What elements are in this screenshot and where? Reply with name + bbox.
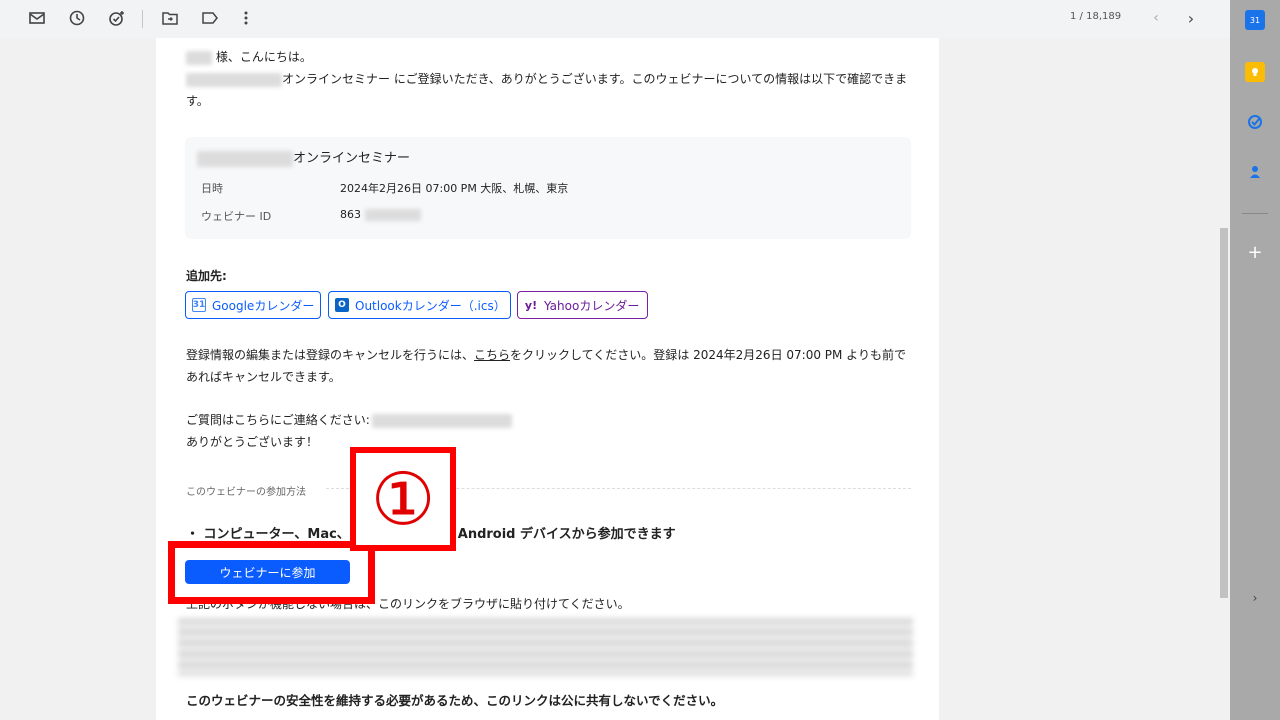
thanks-text: ありがとうございます！ bbox=[186, 435, 319, 449]
redacted-org bbox=[197, 150, 293, 167]
greeting-text: 様、こんにちは。 bbox=[215, 50, 312, 64]
snooze-icon[interactable] bbox=[65, 6, 89, 30]
google-calendar-label: Googleカレンダー bbox=[212, 298, 315, 313]
redacted-id bbox=[364, 209, 421, 221]
webinar-id-label: ウェビナー ID bbox=[201, 210, 272, 223]
keep-app-icon[interactable] bbox=[1245, 62, 1265, 82]
panel-toggle-icon[interactable]: › bbox=[1245, 588, 1265, 608]
outlook-icon: O bbox=[335, 298, 349, 312]
contacts-app-icon[interactable] bbox=[1245, 162, 1265, 182]
calendar-app-icon[interactable]: 31 bbox=[1245, 10, 1265, 30]
cancel-instructions: 登録情報の編集または登録のキャンセルを行うには、こちらをクリックしてください。登… bbox=[186, 344, 916, 388]
greeting: 様、こんにちは。 bbox=[186, 46, 312, 68]
contact-block: ご質問はこちらにご連絡ください: ありがとうございます！ bbox=[186, 409, 512, 453]
side-panel: 31 + › bbox=[1230, 0, 1280, 720]
redacted-email bbox=[371, 413, 512, 428]
step-number-badge: ① bbox=[350, 447, 456, 551]
join-section-label: このウェビナーの参加方法 bbox=[186, 487, 306, 498]
highlight-box bbox=[168, 541, 375, 604]
side-panel-divider bbox=[1242, 213, 1268, 214]
add-to-calendar-label: 追加先: bbox=[186, 269, 227, 283]
pager-count: 1 / 18,189 bbox=[1070, 11, 1122, 22]
redacted-name bbox=[186, 50, 212, 65]
yahoo-calendar-label: Yahooカレンダー bbox=[544, 298, 640, 313]
webinar-title-text: オンラインセミナー bbox=[293, 151, 411, 166]
webinar-id-value: 863 bbox=[340, 208, 421, 221]
webinar-title: オンラインセミナー bbox=[197, 147, 410, 167]
label-icon[interactable] bbox=[198, 6, 222, 30]
security-warning: このウェビナーの安全性を維持する必要があるため、このリンクは公に共有しないでくだ… bbox=[186, 693, 724, 708]
google-calendar-button[interactable]: 31 Googleカレンダー bbox=[185, 291, 321, 319]
outlook-calendar-button[interactable]: O Outlookカレンダー（.ics） bbox=[328, 291, 511, 319]
chevron-right-icon[interactable]: › bbox=[1179, 6, 1203, 30]
webinar-info-box: オンラインセミナー 日時 2024年2月26日 07:00 PM 大阪、札幌、東… bbox=[185, 137, 911, 239]
move-to-icon[interactable] bbox=[158, 6, 182, 30]
yahoo-icon: y! bbox=[524, 298, 538, 312]
scrollbar[interactable] bbox=[1218, 38, 1230, 720]
more-vert-icon[interactable] bbox=[234, 6, 258, 30]
date-value: 2024年2月26日 07:00 PM 大阪、札幌、東京 bbox=[340, 182, 569, 195]
toolbar-divider bbox=[142, 10, 143, 28]
date-label: 日時 bbox=[201, 182, 223, 195]
mail-mark-unread-icon[interactable] bbox=[25, 6, 49, 30]
cancel-link[interactable]: こちら bbox=[474, 348, 510, 362]
google-calendar-icon: 31 bbox=[192, 298, 206, 312]
tasks-app-icon[interactable] bbox=[1245, 112, 1265, 132]
intro-paragraph: オンラインセミナー にご登録いただき、ありがとうございます。このウェビナーについ… bbox=[186, 68, 914, 112]
chevron-left-icon[interactable]: ‹ bbox=[1144, 6, 1168, 30]
add-task-icon[interactable] bbox=[105, 6, 129, 30]
email-toolbar: 1 / 18,189 ‹ › bbox=[0, 0, 1230, 38]
email-body: 様、こんにちは。 オンラインセミナー にご登録いただき、ありがとうございます。こ… bbox=[156, 38, 939, 720]
redacted-join-link bbox=[178, 618, 913, 676]
webinar-id-prefix: 863 bbox=[340, 208, 361, 221]
outlook-calendar-label: Outlookカレンダー（.ics） bbox=[355, 298, 506, 313]
redacted-org bbox=[186, 72, 282, 87]
scrollbar-thumb[interactable] bbox=[1220, 228, 1228, 598]
yahoo-calendar-button[interactable]: y! Yahooカレンダー bbox=[517, 291, 648, 319]
intro-text: オンラインセミナー にご登録いただき、ありがとうございます。このウェビナーについ… bbox=[186, 72, 908, 108]
add-app-icon[interactable]: + bbox=[1245, 242, 1265, 263]
cancel-text-before: 登録情報の編集または登録のキャンセルを行うには、 bbox=[186, 348, 475, 362]
question-text: ご質問はこちらにご連絡ください: bbox=[186, 413, 370, 427]
